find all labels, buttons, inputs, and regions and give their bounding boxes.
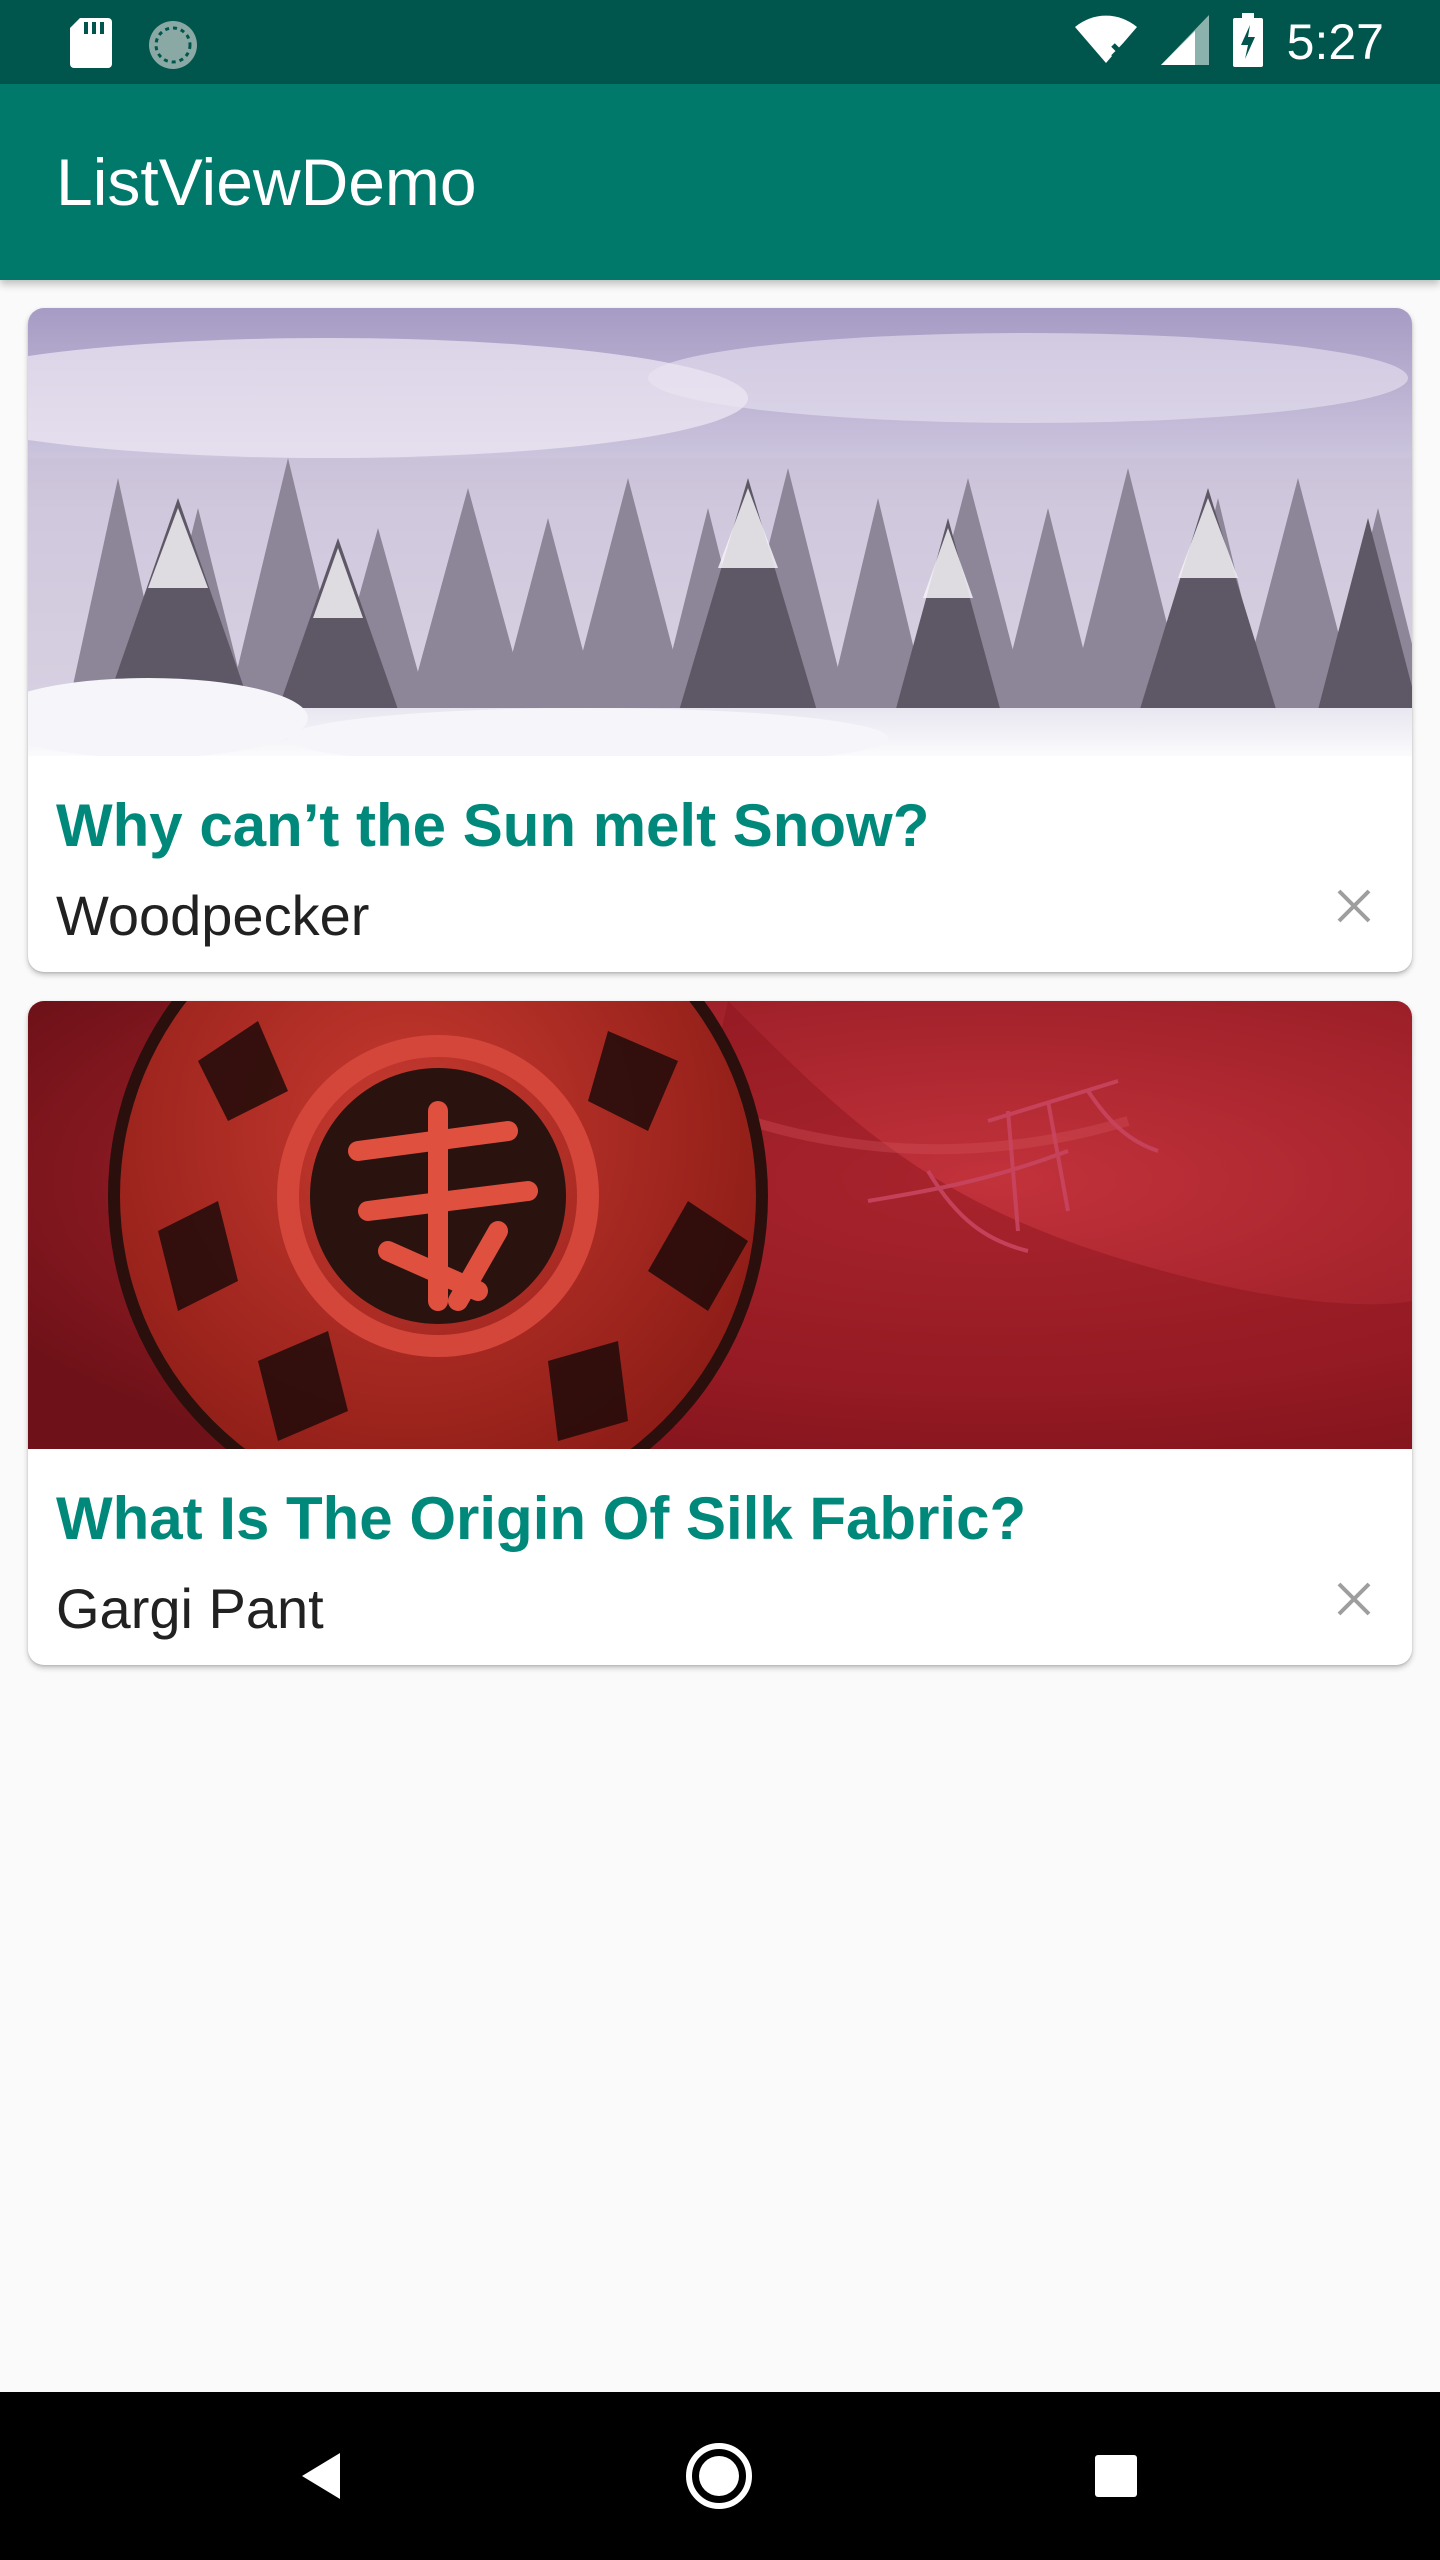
card-title: What Is The Origin Of Silk Fabric? — [56, 1485, 1027, 1552]
home-button[interactable] — [679, 2436, 759, 2516]
app-bar: ListViewDemo — [0, 84, 1440, 280]
card-author: Gargi Pant — [56, 1577, 324, 1640]
card-title: Why can’t the Sun melt Snow? — [56, 792, 930, 859]
clock: 5:27 — [1286, 14, 1384, 70]
home-icon — [686, 2443, 752, 2509]
app-title: ListViewDemo — [56, 145, 477, 219]
status-bar: 5:27 — [0, 0, 1440, 84]
back-button[interactable] — [281, 2436, 361, 2516]
signal-icon — [1160, 14, 1209, 70]
sd-card-icon — [70, 18, 112, 73]
recents-icon — [1095, 2455, 1137, 2497]
back-icon — [302, 2453, 340, 2499]
wifi-icon — [1074, 15, 1137, 70]
red-lacquer-medallion-image — [28, 1001, 1412, 1449]
close-icon — [1337, 889, 1371, 923]
recents-button[interactable] — [1076, 2436, 1156, 2516]
dismiss-button[interactable] — [1318, 870, 1390, 942]
snowy-forest-image — [28, 308, 1412, 756]
sync-icon — [146, 18, 200, 77]
close-icon — [1337, 1582, 1371, 1616]
list-item[interactable]: Why can’t the Sun melt Snow? Woodpecker — [28, 308, 1412, 972]
navigation-bar — [0, 2392, 1440, 2560]
card-author: Woodpecker — [56, 884, 370, 947]
dismiss-button[interactable] — [1318, 1563, 1390, 1635]
battery-charging-icon — [1232, 12, 1263, 72]
list-item[interactable]: What Is The Origin Of Silk Fabric? Gargi… — [28, 1001, 1412, 1665]
